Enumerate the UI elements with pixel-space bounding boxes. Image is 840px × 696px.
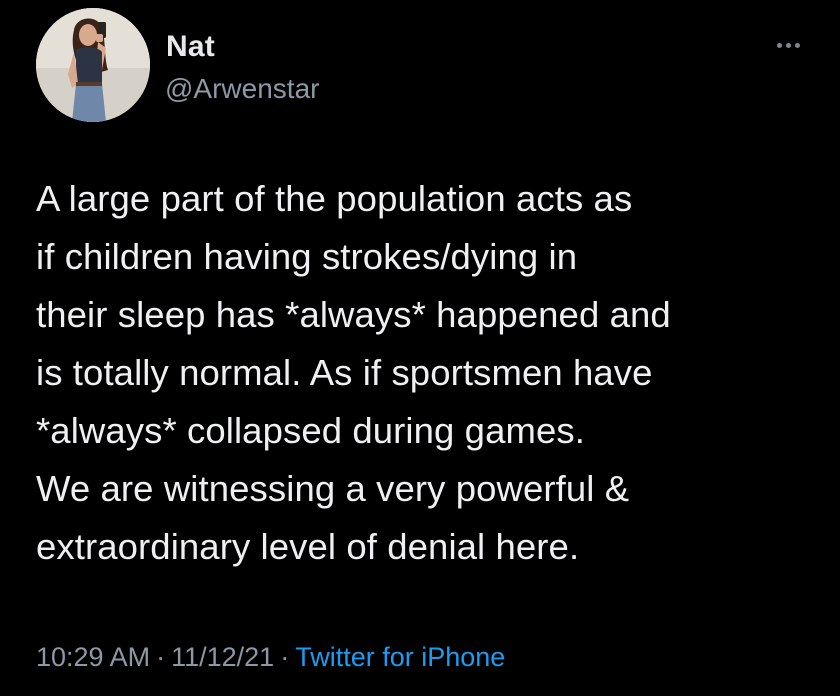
dot [785, 42, 791, 48]
avatar[interactable] [36, 8, 150, 122]
tweet-card: Nat @Arwenstar A large part of the popul… [0, 0, 840, 696]
dot [794, 42, 800, 48]
tweet-metadata: 10:29 AM · 11/12/21 · Twitter for iPhone [36, 642, 505, 673]
tweet-text-line: their sleep has *always* happened and [36, 294, 671, 335]
tweet-text-line: We are witnessing a very powerful & [36, 468, 630, 509]
display-name[interactable]: Nat [166, 30, 215, 64]
tweet-source-link[interactable]: Twitter for iPhone [295, 642, 505, 672]
tweet-time[interactable]: 10:29 AM [36, 642, 150, 672]
dot [776, 42, 782, 48]
separator: · [280, 642, 290, 672]
separator: · [156, 642, 166, 672]
tweet-text-line: extraordinary level of denial here. [36, 526, 580, 567]
user-handle[interactable]: @Arwenstar [165, 73, 319, 105]
tweet-text: A large part of the population acts as i… [36, 170, 826, 576]
tweet-text-line: if children having strokes/dying in [36, 236, 578, 277]
tweet-text-line: *always* collapsed during games. [36, 410, 585, 451]
tweet-date[interactable]: 11/12/21 [171, 642, 274, 672]
tweet-text-line: is totally normal. As if sportsmen have [36, 352, 653, 393]
more-horizontal-icon[interactable] [768, 30, 808, 60]
avatar-image [36, 8, 150, 122]
tweet-text-line: A large part of the population acts as [36, 178, 633, 219]
